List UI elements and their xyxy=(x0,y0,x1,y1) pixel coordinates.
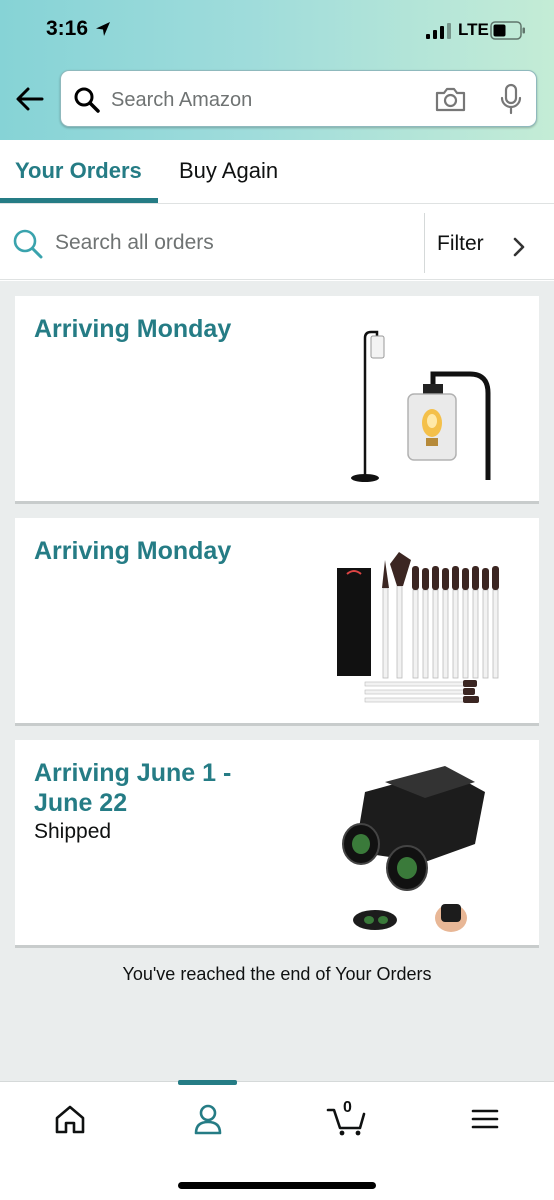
search-input[interactable]: Search Amazon xyxy=(111,89,252,112)
order-status: Shipped xyxy=(34,820,112,843)
status-time: 3:16 xyxy=(46,17,89,40)
network-type: LTE xyxy=(458,20,489,39)
order-arrival-text: Arriving Monday xyxy=(34,315,232,343)
tab-buy-again[interactable]: Buy Again xyxy=(179,158,278,184)
orders-search-row: Search all orders Filter xyxy=(0,205,554,280)
order-card[interactable]: Arriving Monday xyxy=(15,296,539,504)
order-tabs: Your Orders Buy Again xyxy=(0,140,554,204)
search-icon xyxy=(13,229,43,259)
filter-button[interactable]: Filter xyxy=(437,232,484,256)
makeup-brush-set-image xyxy=(337,552,499,703)
divider xyxy=(424,213,425,273)
order-arrival-text: Arriving Monday xyxy=(34,537,232,565)
orders-search-input[interactable]: Search all orders xyxy=(55,231,214,255)
home-icon[interactable] xyxy=(52,1102,88,1136)
order-card[interactable]: Arriving Monday xyxy=(15,518,539,726)
active-tab-indicator xyxy=(0,198,158,203)
location-arrow-icon xyxy=(96,22,110,36)
microphone-icon[interactable] xyxy=(499,83,523,115)
chevron-right-icon[interactable] xyxy=(511,236,527,258)
cellular-signal-icon xyxy=(426,23,451,39)
header: 3:16 LTE Search Amazon xyxy=(0,0,554,140)
binoculars-image xyxy=(342,766,485,932)
battery-icon xyxy=(490,21,525,40)
bottom-navigation: 0 xyxy=(0,1080,554,1200)
tab-your-orders[interactable]: Your Orders xyxy=(15,158,142,184)
search-icon xyxy=(74,87,100,113)
status-bar: 3:16 LTE xyxy=(0,0,554,60)
home-indicator xyxy=(178,1182,376,1189)
search-bar[interactable]: Search Amazon xyxy=(60,70,537,127)
account-icon[interactable] xyxy=(190,1102,226,1136)
camera-icon[interactable] xyxy=(434,85,467,113)
order-arrival-text: Arriving June 1 - June 22 xyxy=(34,759,232,817)
floor-lamp-image xyxy=(351,330,491,482)
back-arrow-icon[interactable] xyxy=(14,84,46,114)
order-card[interactable]: Arriving June 1 - June 22 Shipped xyxy=(15,740,539,948)
menu-icon[interactable] xyxy=(467,1102,503,1136)
end-of-orders-message: You've reached the end of Your Orders xyxy=(122,964,432,984)
active-nav-indicator xyxy=(178,1080,237,1085)
cart-count-badge: 0 xyxy=(343,1099,352,1116)
orders-list: Arriving Monday Arriving Monday Arriving… xyxy=(0,281,554,1081)
